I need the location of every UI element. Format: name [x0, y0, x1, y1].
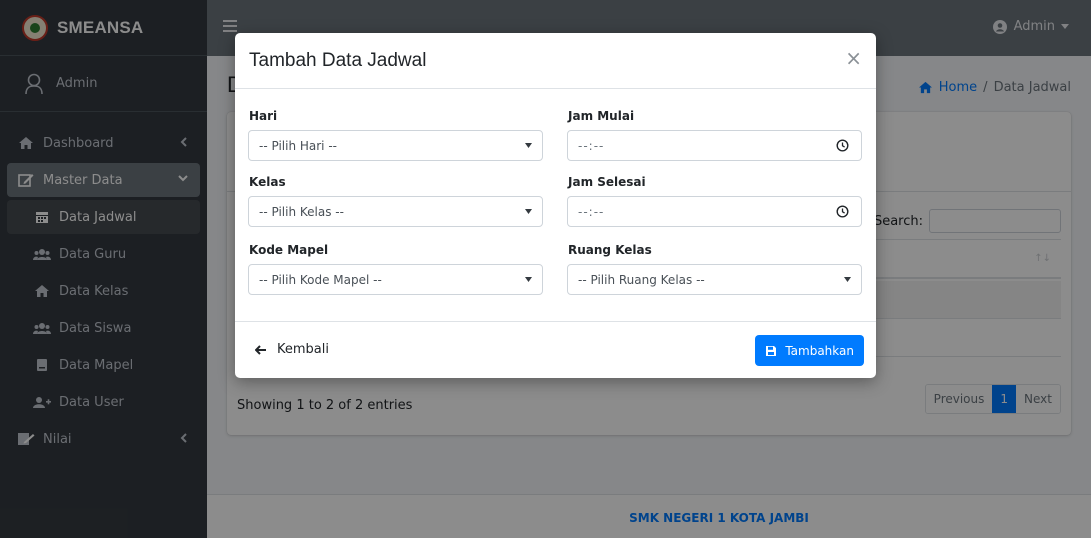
hari-select-value: -- Pilih Hari -- [259, 138, 337, 153]
kelas-select-value: -- Pilih Kelas -- [259, 204, 344, 219]
caret-down-icon [525, 143, 532, 148]
kelas-label: Kelas [249, 175, 286, 189]
caret-down-icon [525, 209, 532, 214]
back-button-label: Kembali [277, 342, 329, 357]
save-icon [765, 345, 777, 357]
back-button[interactable]: Kembali [255, 342, 329, 357]
modal-footer: Kembali Tambahkan [235, 321, 876, 378]
jam-mulai-label: Jam Mulai [568, 109, 635, 123]
add-schedule-modal: Tambah Data Jadwal × Hari -- Pilih Hari … [235, 33, 876, 378]
jam-mulai-input[interactable]: --:-- [567, 130, 862, 161]
submit-button[interactable]: Tambahkan [755, 335, 864, 366]
ruang-kelas-select-value: -- Pilih Ruang Kelas -- [578, 272, 705, 287]
modal-header: Tambah Data Jadwal × [235, 33, 876, 89]
modal-title: Tambah Data Jadwal [249, 50, 427, 71]
submit-button-label: Tambahkan [785, 343, 854, 358]
caret-down-icon [844, 277, 851, 282]
close-icon[interactable]: × [845, 48, 862, 68]
jam-selesai-label: Jam Selesai [568, 175, 646, 189]
caret-down-icon [525, 277, 532, 282]
clock-icon[interactable] [836, 139, 849, 152]
jam-selesai-value: --:-- [578, 204, 605, 219]
kelas-select[interactable]: -- Pilih Kelas -- [248, 196, 543, 227]
jam-selesai-input[interactable]: --:-- [567, 196, 862, 227]
kode-mapel-label: Kode Mapel [249, 243, 329, 257]
jam-mulai-value: --:-- [578, 138, 605, 153]
hari-select[interactable]: -- Pilih Hari -- [248, 130, 543, 161]
kode-mapel-select-value: -- Pilih Kode Mapel -- [259, 272, 382, 287]
ruang-kelas-label: Ruang Kelas [568, 243, 652, 257]
clock-icon[interactable] [836, 205, 849, 218]
ruang-kelas-select[interactable]: -- Pilih Ruang Kelas -- [567, 264, 862, 295]
kode-mapel-select[interactable]: -- Pilih Kode Mapel -- [248, 264, 543, 295]
hari-label: Hari [249, 109, 278, 123]
arrow-left-icon [255, 344, 267, 355]
